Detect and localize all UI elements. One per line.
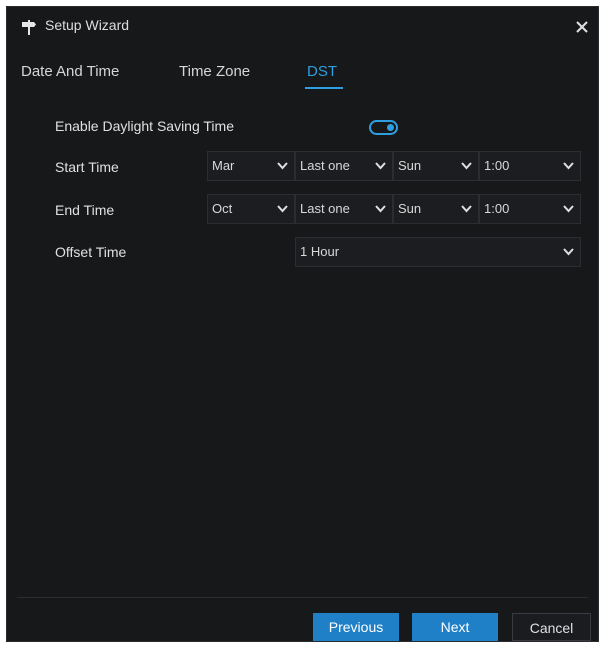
tab-dst[interactable]: DST	[307, 63, 337, 80]
dialog-title: Setup Wizard	[45, 17, 130, 33]
start-week-value: Last one	[300, 158, 350, 173]
start-day-value: Sun	[398, 158, 422, 173]
start-time-value: 1:00	[484, 158, 510, 173]
chevron-down-icon	[461, 205, 472, 213]
tab-time-zone[interactable]: Time Zone	[179, 63, 250, 80]
start-month-value: Mar	[212, 158, 235, 173]
end-month-select[interactable]: Oct	[207, 194, 295, 224]
title-bar: Setup Wizard	[7, 7, 598, 47]
end-month-value: Oct	[212, 201, 233, 216]
active-tab-indicator	[305, 87, 343, 89]
enable-dst-label: Enable Daylight Saving Time	[55, 118, 234, 134]
chevron-down-icon	[277, 205, 288, 213]
start-week-select[interactable]: Last one	[295, 151, 393, 181]
tab-date-and-time[interactable]: Date And Time	[21, 63, 119, 80]
footer-divider	[17, 597, 588, 598]
chevron-down-icon	[563, 205, 574, 213]
setup-wizard-dialog: Setup Wizard Date And Time Time Zone DST…	[6, 6, 599, 642]
offset-time-value: 1 Hour	[300, 244, 340, 259]
end-time-select[interactable]: 1:00	[479, 194, 581, 224]
offset-time-select[interactable]: 1 Hour	[295, 237, 581, 267]
enable-dst-toggle[interactable]	[369, 120, 398, 135]
end-week-value: Last one	[300, 201, 350, 216]
close-icon[interactable]	[573, 18, 591, 36]
tab-bar: Date And Time Time Zone DST	[7, 57, 598, 93]
end-day-select[interactable]: Sun	[393, 194, 479, 224]
chevron-down-icon	[563, 248, 574, 256]
start-time-select[interactable]: 1:00	[479, 151, 581, 181]
chevron-down-icon	[375, 205, 386, 213]
end-week-select[interactable]: Last one	[295, 194, 393, 224]
chevron-down-icon	[277, 162, 288, 170]
next-button[interactable]: Next	[412, 613, 498, 641]
offset-time-label: Offset Time	[55, 244, 127, 260]
end-time-label: End Time	[55, 202, 115, 218]
end-day-value: Sun	[398, 201, 422, 216]
chevron-down-icon	[461, 162, 472, 170]
signpost-icon	[22, 20, 36, 35]
toggle-knob	[387, 124, 394, 131]
previous-button[interactable]: Previous	[313, 613, 399, 641]
start-month-select[interactable]: Mar	[207, 151, 295, 181]
start-day-select[interactable]: Sun	[393, 151, 479, 181]
start-time-label: Start Time	[55, 159, 119, 175]
chevron-down-icon	[563, 162, 574, 170]
chevron-down-icon	[375, 162, 386, 170]
cancel-button[interactable]: Cancel	[512, 613, 591, 641]
end-time-value: 1:00	[484, 201, 510, 216]
